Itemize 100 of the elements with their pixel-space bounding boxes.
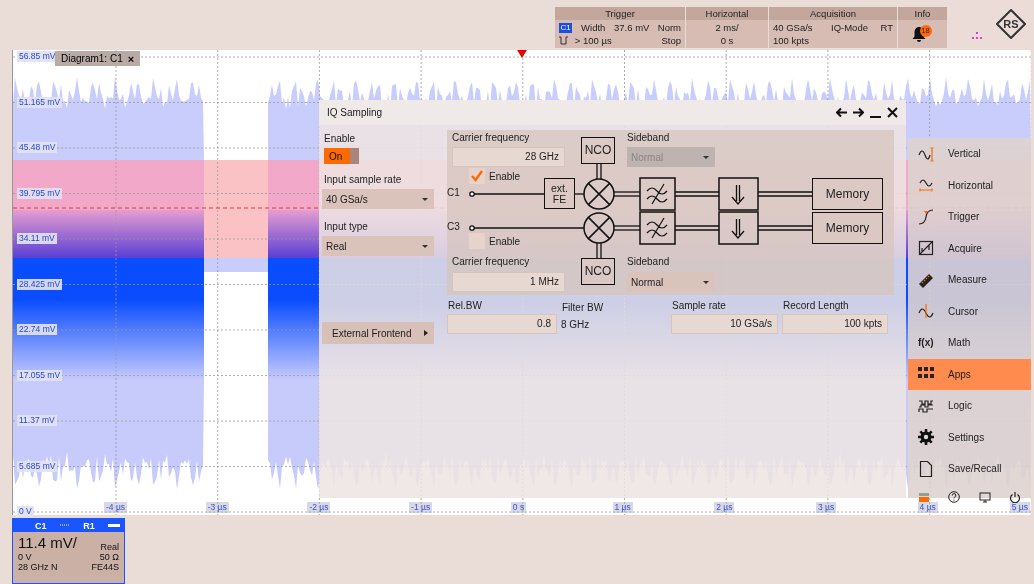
checkbox-label: Enable: [489, 171, 521, 182]
axis-label: -1 µs: [409, 502, 433, 513]
grip-icon: [59, 524, 70, 527]
axis-label: 11.37 mV: [17, 415, 57, 426]
sample-rate: 40 GSa/s: [773, 22, 814, 33]
close-icon[interactable]: ×: [127, 53, 135, 64]
carrier-frequency-field[interactable]: 1 MHz: [452, 272, 565, 292]
axis-label: 0 s: [510, 502, 527, 513]
channel-card[interactable]: C1 R1 11.4 mV/ Real 0 V 50 Ω 28 GHz N FE44S: [12, 518, 125, 584]
input-terminal-icon: [469, 191, 475, 197]
signal-line: [574, 193, 585, 195]
acquisition-type: RT: [879, 22, 893, 33]
menu-item[interactable]: Horizontal: [908, 169, 1031, 201]
field-label: Carrier frequency: [452, 256, 530, 267]
axis-label: 51.165 mV: [17, 96, 63, 108]
record-length: 100 kpts: [773, 35, 810, 46]
memory-block: Memory: [812, 212, 883, 244]
menu-item[interactable]: Trigger: [908, 201, 1031, 233]
trigger-level: 37.6 mV: [613, 22, 651, 33]
bandwidth: 28 GHz N: [18, 562, 59, 572]
arrow-right-icon[interactable]: [853, 107, 864, 118]
downsample-icon: [718, 177, 759, 211]
menu-item[interactable]: Apps: [908, 358, 1031, 390]
axis-label: 56.85 mV: [17, 51, 58, 62]
remote-gui-icon[interactable]: [918, 490, 930, 503]
axis-label: 3 µs: [815, 502, 837, 513]
trigger-condition: > 100 µs: [574, 35, 613, 46]
field-label: Input type: [324, 221, 369, 232]
axis-label: 5.685 mV: [17, 460, 58, 472]
logic-waves-icon: [918, 397, 934, 414]
bus-line: [757, 225, 813, 231]
coupling-type: Real: [99, 542, 119, 552]
axis-label: -4 µs: [104, 502, 128, 513]
rel-bw-field[interactable]: 0.8: [447, 314, 557, 334]
external-frontend-button[interactable]: External Frontend: [322, 322, 434, 344]
menu-item[interactable]: Acquire: [908, 232, 1031, 264]
trigger-edge-icon: [918, 208, 934, 225]
channel-label: C3: [447, 221, 460, 232]
sine-vertical-icon: [918, 145, 934, 162]
bar-icon: [107, 524, 120, 527]
field-label: Filter BW: [561, 302, 605, 313]
network-icon: [972, 32, 982, 40]
enable-checkbox[interactable]: [469, 168, 485, 184]
input-type-dropdown[interactable]: Real: [322, 236, 434, 256]
sample-rate-field[interactable]: 10 GSa/s: [671, 314, 778, 334]
lowpass-filter-icon: [639, 177, 676, 211]
time-position: 0 s: [719, 35, 735, 46]
trigger-position-icon: [517, 50, 527, 58]
axis-label: 2 µs: [714, 502, 735, 513]
field-label: Sample rate: [671, 300, 727, 311]
menu-item[interactable]: f(x) Math: [908, 327, 1031, 359]
menu-item[interactable]: Save/Recall: [908, 453, 1031, 485]
enable-toggle[interactable]: On: [324, 148, 359, 164]
axis-label: 0 V: [17, 506, 34, 517]
diagram-tab[interactable]: Diagram1: C1 ×: [55, 51, 141, 66]
trigger-state: Stop: [660, 35, 681, 46]
acquire-icon: [918, 240, 934, 257]
checkbox-label: Enable: [489, 236, 521, 247]
filter-bw-value: 8 GHz: [561, 318, 591, 332]
close-icon[interactable]: [887, 107, 898, 118]
menu-item[interactable]: Measure: [908, 264, 1031, 296]
signal-line: [473, 193, 545, 195]
menu-item[interactable]: Settings: [908, 421, 1031, 453]
cursor-icon: [918, 303, 934, 320]
menu-item[interactable]: Cursor: [908, 295, 1031, 327]
axis-label: 45.48 mV: [17, 142, 58, 153]
axis-label: -3 µs: [205, 502, 229, 513]
help-icon[interactable]: [948, 490, 961, 503]
nco-block: NCO: [581, 258, 615, 285]
probe-name: FE44S: [91, 562, 119, 572]
axis-label: 5 µs: [1009, 502, 1030, 513]
sideband-dropdown[interactable]: Normal: [627, 272, 715, 292]
axis-label: 34.11 mV: [17, 233, 57, 244]
sample-rate-dropdown[interactable]: 40 GSa/s: [322, 189, 434, 209]
source-badge: C1: [559, 22, 572, 33]
field-label: Rel.BW: [447, 300, 483, 311]
field-label: Sideband: [627, 256, 670, 267]
channel-name: C1: [35, 520, 47, 531]
mixer-icon: [583, 178, 615, 210]
ruler-icon: [918, 271, 934, 288]
field-label: Input sample rate: [324, 174, 403, 185]
record-length-field[interactable]: 100 kpts: [782, 314, 888, 334]
panel-title: Acquisition: [769, 7, 897, 20]
menu-item[interactable]: Logic: [908, 390, 1031, 422]
menu-item[interactable]: Vertical: [908, 138, 1031, 170]
field-label: Enable: [324, 133, 357, 144]
power-icon[interactable]: [1009, 490, 1021, 503]
reference-name: R1: [83, 520, 95, 531]
axis-label: 1 µs: [612, 502, 633, 513]
panel-title: Info: [898, 7, 947, 20]
bus-line: [613, 225, 641, 231]
memory-block: Memory: [812, 178, 883, 210]
field-label: Carrier frequency: [452, 132, 530, 143]
input-terminal-icon: [469, 225, 475, 231]
arrow-left-icon[interactable]: [836, 107, 847, 118]
downsample-icon: [718, 211, 759, 245]
axis-label: 17.055 mV: [17, 369, 63, 381]
carrier-frequency-field[interactable]: 28 GHz: [452, 147, 565, 167]
bus-line: [757, 191, 813, 197]
monitor-icon[interactable]: [978, 490, 991, 503]
